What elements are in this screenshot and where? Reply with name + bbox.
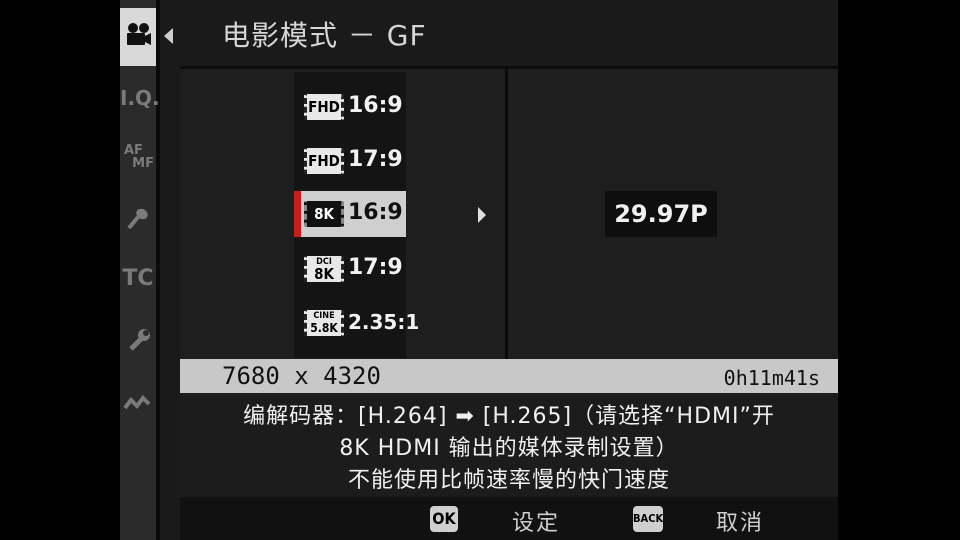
fhd-badge-icon: FHD bbox=[304, 94, 344, 120]
list-item-fhd-17-9[interactable]: FHD 17:9 bbox=[294, 138, 406, 184]
image-quality-icon[interactable]: I.Q. bbox=[120, 88, 160, 108]
af-mf-icon[interactable]: AF MF bbox=[120, 144, 156, 170]
frame-rate-value[interactable]: 29.97P bbox=[605, 191, 717, 237]
aspect-ratio: 17:9 bbox=[348, 255, 403, 280]
set-label: 设定 bbox=[512, 511, 561, 536]
time-remaining: 0h11m41s bbox=[723, 366, 820, 390]
connection-icon[interactable] bbox=[120, 392, 156, 415]
movie-camera-icon-svg bbox=[127, 23, 151, 45]
connection-icon-svg bbox=[123, 394, 151, 410]
8k-badge-icon: 8K bbox=[304, 201, 344, 227]
list-item-cine-5-8k[interactable]: CINE 5.8K 2.35:1 bbox=[294, 300, 419, 346]
message-line-3: 不能使用比帧速率慢的快门速度 bbox=[347, 468, 670, 493]
microphone-icon-svg bbox=[127, 208, 148, 230]
message-line-1: 编解码器：[H.264] ➡ [H.265]（请选择“HDMI”开 bbox=[243, 404, 775, 429]
timecode-icon[interactable]: TC bbox=[120, 268, 156, 290]
back-arrow-icon[interactable] bbox=[164, 28, 173, 44]
fhd-badge-icon: FHD bbox=[304, 148, 344, 174]
movie-camera-icon[interactable] bbox=[120, 22, 156, 52]
rail-divider bbox=[156, 0, 160, 540]
page-title: 电影模式 － GF bbox=[222, 19, 427, 52]
message-line-2: 8K HDMI 输出的媒体录制设置） bbox=[339, 436, 679, 461]
aspect-ratio: 17:9 bbox=[348, 147, 403, 172]
badge-main-text: 8K bbox=[314, 265, 334, 283]
back-button-icon[interactable]: BACK bbox=[633, 506, 663, 532]
microphone-icon[interactable] bbox=[120, 206, 156, 235]
dci-8k-badge-icon: DCI 8K bbox=[304, 256, 344, 282]
badge-main-text: 5.8K bbox=[310, 321, 338, 335]
ok-button-icon[interactable]: OK bbox=[430, 506, 458, 532]
list-item-8k-16-9[interactable]: 8K 16:9 bbox=[294, 191, 406, 237]
resolution-readout: 7680 x 4320 bbox=[222, 362, 381, 390]
cine-5-8k-badge-icon: CINE 5.8K bbox=[304, 310, 344, 336]
aspect-ratio: 16:9 bbox=[348, 200, 403, 225]
list-item-fhd-16-9[interactable]: FHD 16:9 bbox=[294, 84, 406, 130]
submenu-arrow-icon bbox=[478, 207, 486, 223]
badge-top-text: CINE bbox=[313, 311, 335, 321]
wrench-icon-svg bbox=[129, 329, 150, 351]
aspect-ratio: 2.35:1 bbox=[348, 310, 420, 334]
aspect-ratio: 16:9 bbox=[348, 93, 403, 118]
list-item-dci-8k-17-9[interactable]: DCI 8K 17:9 bbox=[294, 246, 406, 292]
af-mf-icon-bottom: MF bbox=[132, 156, 154, 171]
selection-indicator bbox=[294, 191, 301, 237]
wrench-icon[interactable] bbox=[120, 328, 156, 357]
cancel-label: 取消 bbox=[716, 511, 765, 536]
